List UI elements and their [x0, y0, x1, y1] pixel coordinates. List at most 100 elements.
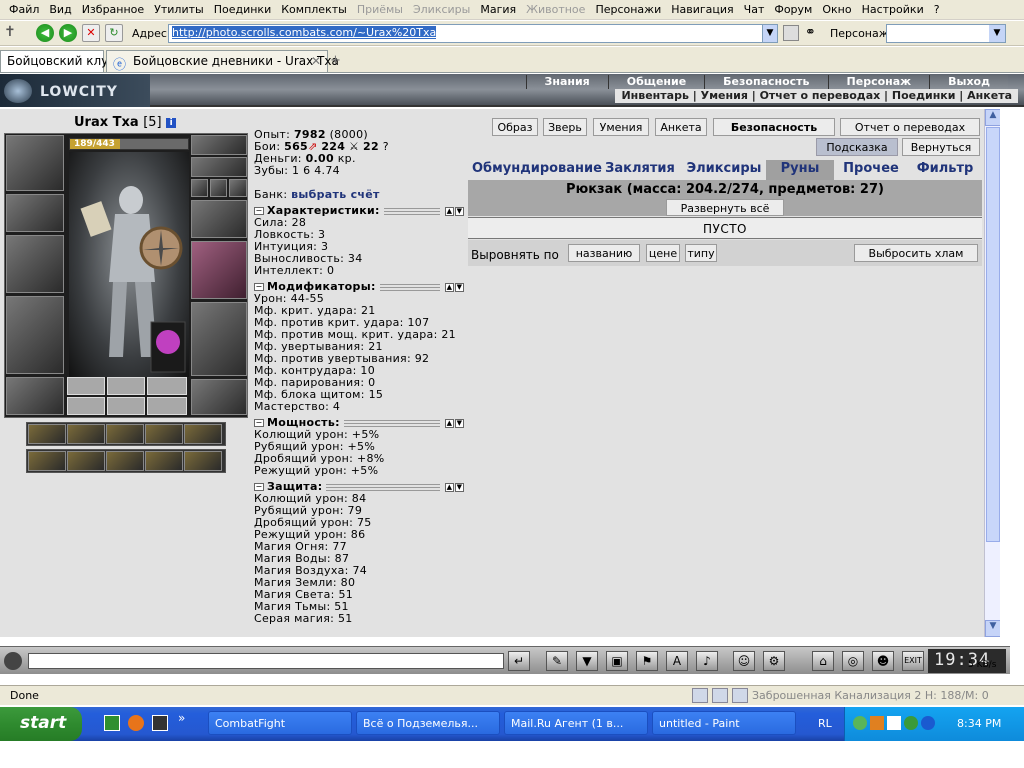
persona-dropdown-icon[interactable]: ▼	[989, 25, 1005, 42]
room-icon[interactable]: ⌂	[812, 651, 834, 671]
task-paint[interactable]: untitled - Paint	[652, 711, 796, 735]
game-menu-item[interactable]: Выход	[929, 75, 1008, 89]
drop-junk-button[interactable]: Выбросить хлам	[854, 244, 978, 262]
inventory-tab[interactable]: Фильтр	[908, 160, 982, 180]
weapon-slot[interactable]	[6, 235, 64, 293]
inventory-tab[interactable]: Заклятия	[598, 160, 682, 180]
menu-item[interactable]: Избранное	[77, 3, 149, 16]
menu-item[interactable]: Магия	[475, 3, 521, 16]
task-mailru[interactable]: Mail.Ru Агент (1 в...	[504, 711, 648, 735]
spell-slot[interactable]	[67, 424, 105, 444]
charm-slot-3[interactable]	[147, 377, 187, 395]
security-button[interactable]: Безопасность	[713, 118, 835, 136]
transfers-report-button[interactable]: Отчет о переводах	[840, 118, 980, 136]
inventory-tab[interactable]: Руны	[766, 160, 834, 180]
smile-icon[interactable]: ☺	[733, 651, 755, 671]
spell-slot[interactable]	[28, 451, 66, 471]
menu-item[interactable]: Поединки	[209, 3, 277, 16]
rune-slot-2[interactable]	[107, 397, 145, 415]
armor-slot[interactable]	[6, 296, 64, 374]
stop-icon[interactable]: ✕	[82, 24, 100, 42]
inventory-tab[interactable]: Обмундирование	[468, 160, 602, 180]
skills-button[interactable]: Умения	[593, 118, 649, 136]
friends-icon[interactable]: ☻	[872, 651, 894, 671]
spell-slot[interactable]	[67, 451, 105, 471]
font-icon[interactable]: A	[666, 651, 688, 671]
status-icon-3[interactable]	[732, 688, 748, 703]
ring-slot-1[interactable]	[191, 179, 208, 197]
inventory-tab[interactable]: Прочее	[834, 160, 908, 180]
menu-item[interactable]: Утилиты	[149, 3, 209, 16]
chat-input[interactable]	[28, 653, 504, 669]
walk-icon[interactable]: ⚑	[636, 651, 658, 671]
expand-all-button[interactable]: Развернуть всё	[666, 199, 784, 216]
collapse-icon[interactable]: −	[254, 283, 264, 291]
game-sub-menu[interactable]: Инвентарь | Умения | Отчет о переводах |…	[615, 89, 1018, 103]
new-tab-icon[interactable]: +	[330, 53, 341, 68]
arrow-down-icon[interactable]: ▼	[455, 282, 464, 292]
menu-item[interactable]: Навигация	[666, 3, 738, 16]
back-icon[interactable]: ◀	[36, 24, 54, 42]
collapse-icon[interactable]: −	[254, 483, 264, 491]
pin-icon[interactable]: ✝	[4, 24, 22, 42]
menu-item[interactable]: Чат	[739, 3, 770, 16]
spell-slot[interactable]	[28, 424, 66, 444]
charm-slot-2[interactable]	[107, 377, 145, 395]
menu-item[interactable]: Форум	[769, 3, 817, 16]
tray-icons[interactable]	[853, 716, 949, 732]
game-menu-item[interactable]: Знания	[525, 75, 608, 89]
ring-slot-3[interactable]	[229, 179, 247, 197]
binoculars-icon[interactable]: ⚭	[805, 25, 821, 41]
game-menu-item[interactable]: Персонаж	[827, 75, 930, 89]
spell-slot[interactable]	[106, 451, 144, 471]
chat-settings-icon[interactable]: ⚙	[763, 651, 785, 671]
arrow-up-icon[interactable]: ▲	[445, 482, 454, 492]
pet-button[interactable]: Зверь	[543, 118, 587, 136]
spell-slot[interactable]	[184, 424, 222, 444]
sort-by-type-button[interactable]: типу	[685, 244, 717, 262]
persona-select[interactable]: ▼	[886, 24, 1006, 43]
character-avatar[interactable]	[69, 152, 189, 377]
spell-slot[interactable]	[145, 424, 183, 444]
language-indicator[interactable]: RL	[818, 717, 832, 730]
necklace-slot[interactable]	[191, 157, 247, 177]
arrow-up-icon[interactable]: ▲	[445, 282, 454, 292]
sound-icon[interactable]: ♪	[696, 651, 718, 671]
status-icon-1[interactable]	[692, 688, 708, 703]
scroll-thumb[interactable]	[986, 127, 1000, 542]
chat-user-icon[interactable]	[4, 652, 22, 670]
collapse-icon[interactable]: −	[254, 419, 264, 427]
ring-slot-2[interactable]	[210, 179, 227, 197]
tab-diaries[interactable]: ⓔ Бойцовские дневники - Urax Txa ✕	[106, 50, 339, 73]
tab-close-icon[interactable]: ✕	[311, 54, 321, 68]
quicklaunch-icon-1[interactable]	[104, 715, 120, 731]
firefox-icon[interactable]	[128, 715, 144, 731]
sort-by-price-button[interactable]: цене	[646, 244, 680, 262]
menu-item[interactable]: ?	[929, 3, 945, 16]
earrings-slot[interactable]	[191, 135, 247, 155]
exit-icon[interactable]: EXIT	[902, 651, 924, 671]
arrow-down-icon[interactable]: ▼	[455, 206, 464, 216]
tab-club[interactable]: Бойцовский клуб	[0, 50, 116, 72]
menu-item[interactable]: Эликсиры	[408, 3, 475, 16]
belt-slot[interactable]	[6, 377, 64, 415]
game-menu-item[interactable]: Безопасность	[704, 75, 827, 89]
sort-by-name-button[interactable]: названию	[568, 244, 640, 262]
inventory-tab[interactable]: Эликсиры	[682, 160, 766, 180]
address-input[interactable]: http://photo.scrolls.combats.com/~Urax%2…	[168, 24, 778, 43]
arrow-up-icon[interactable]: ▲	[445, 206, 454, 216]
boots-slot[interactable]	[191, 379, 247, 415]
charm-slot-1[interactable]	[67, 377, 105, 395]
rune-slot-1[interactable]	[67, 397, 105, 415]
menu-item[interactable]: Файл	[4, 3, 44, 16]
back-button[interactable]: Вернуться	[902, 138, 980, 156]
send-icon[interactable]: ↵	[508, 651, 530, 671]
menu-item[interactable]: Окно	[817, 3, 856, 16]
map-icon[interactable]: ◎	[842, 651, 864, 671]
profile-button[interactable]: Анкета	[655, 118, 707, 136]
collapse-icon[interactable]: −	[254, 207, 264, 215]
bank-link[interactable]: выбрать счёт	[291, 188, 380, 201]
status-icon-2[interactable]	[712, 688, 728, 703]
menu-item[interactable]: Настройки	[857, 3, 929, 16]
helmet-slot[interactable]	[6, 135, 64, 191]
